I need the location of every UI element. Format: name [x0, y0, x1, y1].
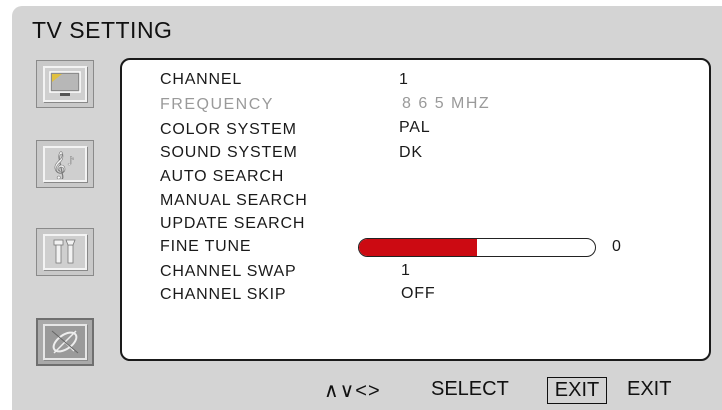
music-note-icon: 𝄞 ♪ — [43, 146, 87, 182]
svg-text:𝄞: 𝄞 — [52, 151, 66, 179]
sound-system-label[interactable]: SOUND SYSTEM — [160, 144, 298, 166]
color-system-label[interactable]: COLOR SYSTEM — [160, 121, 297, 143]
tv-picture-icon — [43, 66, 87, 102]
satellite-dish-icon — [43, 324, 87, 360]
navigation-keys-hint: ∧∨<> — [324, 380, 381, 402]
exit-hint-label: EXIT — [627, 378, 672, 400]
svg-text:♪: ♪ — [67, 154, 75, 168]
tools-icon — [43, 234, 87, 270]
update-search-item[interactable]: UPDATE SEARCH — [160, 215, 305, 237]
sidebar-item-channel[interactable] — [36, 318, 94, 366]
channel-swap-label[interactable]: CHANNEL SWAP — [160, 263, 296, 285]
color-system-value: PAL — [399, 119, 431, 136]
page-title: TV SETTING — [32, 17, 173, 43]
frequency-label: FREQUENCY — [160, 96, 274, 113]
fine-tune-value: 0 — [612, 238, 621, 255]
channel-label[interactable]: CHANNEL — [160, 71, 242, 93]
exit-key-box[interactable]: EXIT — [547, 377, 607, 404]
sidebar-item-sound[interactable]: 𝄞 ♪ — [36, 140, 94, 188]
sidebar-item-picture[interactable] — [36, 60, 94, 108]
channel-skip-label[interactable]: CHANNEL SKIP — [160, 286, 286, 308]
fine-tune-slider[interactable] — [358, 238, 596, 257]
select-hint-label: SELECT — [431, 378, 509, 400]
manual-search-item[interactable]: MANUAL SEARCH — [160, 192, 308, 214]
channel-skip-value: OFF — [401, 285, 436, 302]
frequency-value: 8 6 5 MHZ — [402, 95, 491, 112]
channel-value: 1 — [399, 71, 409, 88]
sidebar-item-tools[interactable] — [36, 228, 94, 276]
auto-search-item[interactable]: AUTO SEARCH — [160, 168, 284, 190]
channel-swap-value: 1 — [401, 262, 411, 279]
fine-tune-label[interactable]: FINE TUNE — [160, 238, 251, 260]
fine-tune-slider-fill — [359, 239, 477, 256]
sound-system-value: DK — [399, 144, 423, 161]
